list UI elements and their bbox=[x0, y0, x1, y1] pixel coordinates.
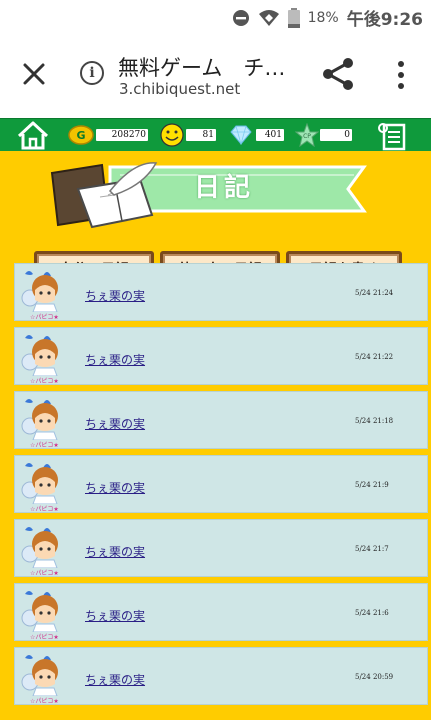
avatar bbox=[21, 655, 58, 696]
diary-entry[interactable]: ☆パピコ★ ちぇ栗の実 5/24 21:6 bbox=[14, 583, 428, 641]
cp-counter: 0 bbox=[320, 129, 352, 141]
wifi-icon bbox=[258, 9, 279, 26]
diary-entry[interactable]: ☆パピコ★ ちぇ栗の実 5/24 21:18 bbox=[14, 391, 428, 449]
game-content: G 208270 81 401 CP 0 日記 自分 bbox=[0, 118, 431, 720]
entry-author: ☆パピコ★ bbox=[30, 378, 59, 385]
avatar bbox=[21, 335, 58, 376]
gold-counter: 208270 bbox=[96, 129, 148, 141]
entry-timestamp: 5/24 21:9 bbox=[355, 481, 389, 489]
entry-timestamp: 5/24 21:22 bbox=[355, 353, 394, 361]
avatar bbox=[21, 463, 58, 504]
home-icon[interactable] bbox=[16, 121, 50, 151]
status-icons: 18% 午後9:26 bbox=[232, 5, 423, 30]
entry-author: ☆パピコ★ bbox=[30, 698, 59, 705]
status-bar: 18% 午後9:26 bbox=[0, 0, 431, 32]
avatar bbox=[21, 271, 58, 312]
more-menu-icon[interactable] bbox=[393, 60, 409, 90]
smile-icon bbox=[160, 123, 184, 147]
diary-list: ☆パピコ★ ちぇ栗の実 5/24 21:24 ☆パピコ★ ちぇ栗の実 5/24 … bbox=[14, 263, 428, 711]
diary-entry[interactable]: ☆パピコ★ ちぇ栗の実 5/24 21:22 bbox=[14, 327, 428, 385]
entry-title-link[interactable]: ちぇ栗の実 bbox=[85, 543, 145, 560]
do-not-disturb-icon bbox=[232, 9, 249, 26]
entry-timestamp: 5/24 21:6 bbox=[355, 609, 389, 617]
info-icon[interactable]: i bbox=[80, 61, 104, 85]
entry-title-link[interactable]: ちぇ栗の実 bbox=[85, 287, 145, 304]
entry-author: ☆パピコ★ bbox=[30, 506, 59, 513]
battery-icon bbox=[287, 7, 300, 28]
battery-percent: 18% bbox=[307, 9, 339, 26]
entry-title-link[interactable]: ちぇ栗の実 bbox=[85, 607, 145, 624]
diamond-counter: 401 bbox=[256, 129, 284, 141]
diamond-icon bbox=[230, 125, 252, 145]
entry-author: ☆パピコ★ bbox=[30, 634, 59, 641]
avatar bbox=[21, 527, 58, 568]
share-icon[interactable] bbox=[320, 56, 356, 92]
avatar bbox=[21, 591, 58, 632]
menu-list-icon[interactable] bbox=[376, 121, 408, 151]
diary-entry[interactable]: ☆パピコ★ ちぇ栗の実 5/24 21:24 bbox=[14, 263, 428, 321]
svg-text:G: G bbox=[76, 129, 85, 142]
diary-entry[interactable]: ☆パピコ★ ちぇ栗の実 5/24 20:59 bbox=[14, 647, 428, 705]
entry-author: ☆パピコ★ bbox=[30, 314, 59, 321]
entry-title-link[interactable]: ちぇ栗の実 bbox=[85, 415, 145, 432]
entry-timestamp: 5/24 20:59 bbox=[355, 673, 394, 681]
clock: 午後9:26 bbox=[346, 10, 423, 30]
book-icon bbox=[50, 162, 158, 229]
entry-timestamp: 5/24 21:7 bbox=[355, 545, 389, 553]
gold-coin-icon: G bbox=[68, 125, 94, 145]
avatar bbox=[21, 399, 58, 440]
entry-timestamp: 5/24 21:24 bbox=[355, 289, 394, 297]
diary-entry[interactable]: ☆パピコ★ ちぇ栗の実 5/24 21:7 bbox=[14, 519, 428, 577]
game-topbar: G 208270 81 401 CP 0 bbox=[0, 118, 431, 152]
entry-timestamp: 5/24 21:18 bbox=[355, 417, 394, 425]
entry-author: ☆パピコ★ bbox=[30, 442, 59, 449]
page-title: 無料ゲーム チ… bbox=[118, 56, 286, 80]
close-icon[interactable] bbox=[20, 60, 48, 88]
entry-title-link[interactable]: ちぇ栗の実 bbox=[85, 351, 145, 368]
smile-counter: 81 bbox=[186, 129, 216, 141]
diary-title: 日記 bbox=[194, 173, 255, 203]
svg-text:CP: CP bbox=[303, 133, 311, 140]
url-host: 3.chibiquest.net bbox=[119, 80, 241, 98]
entry-title-link[interactable]: ちぇ栗の実 bbox=[85, 671, 145, 688]
browser-toolbar: i 無料ゲーム チ… 3.chibiquest.net bbox=[0, 32, 431, 119]
cp-icon: CP bbox=[295, 123, 319, 147]
diary-entry[interactable]: ☆パピコ★ ちぇ栗の実 5/24 21:9 bbox=[14, 455, 428, 513]
entry-author: ☆パピコ★ bbox=[30, 570, 59, 577]
entry-title-link[interactable]: ちぇ栗の実 bbox=[85, 479, 145, 496]
